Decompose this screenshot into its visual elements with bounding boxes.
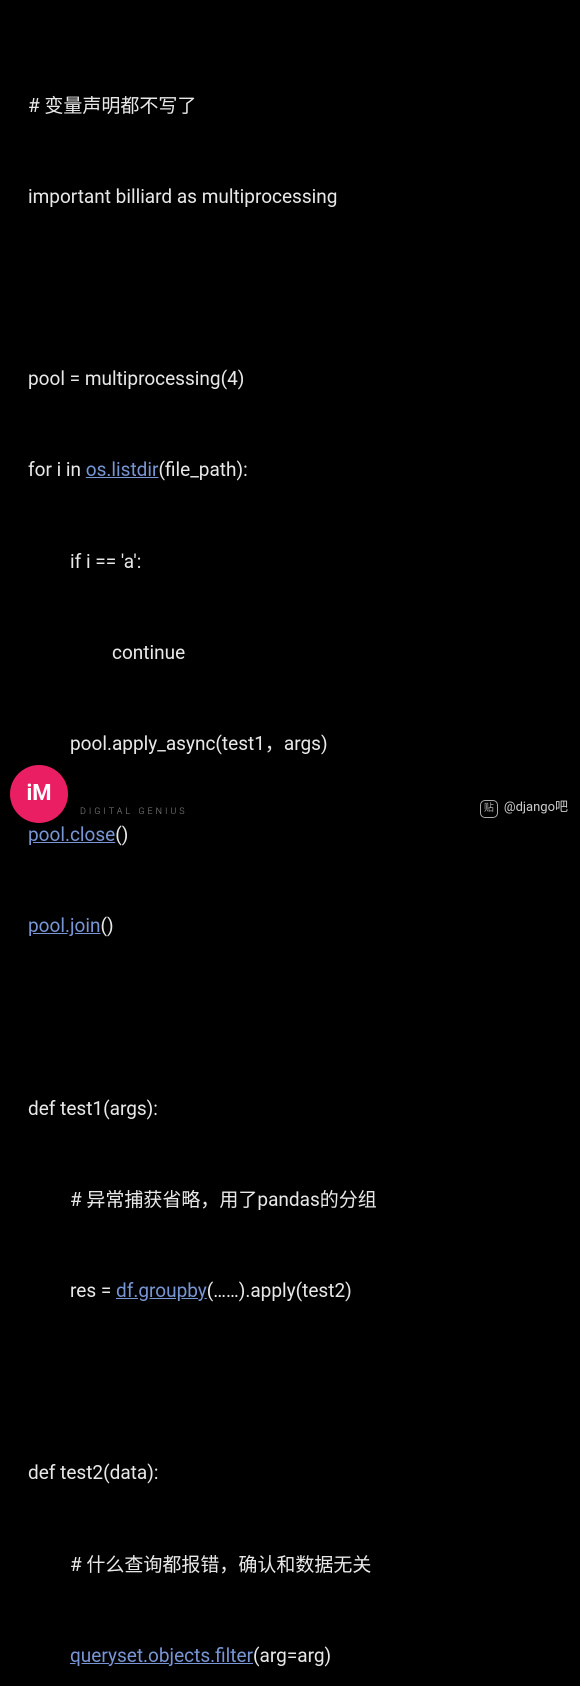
code-line: def test1(args): [28, 1094, 552, 1124]
code-line: pool.join() [28, 911, 552, 941]
corner-group: 贴 @django吧 [480, 798, 568, 819]
sticker-icon[interactable]: 贴 [480, 800, 498, 818]
link-pool-join[interactable]: pool.join [28, 914, 100, 937]
code-line: # 什么查询都报错，确认和数据无关 [28, 1550, 552, 1580]
code-line [28, 1003, 552, 1033]
avatar-text: iM [26, 776, 51, 811]
code-line [28, 1367, 552, 1397]
code-line: pool.close() [28, 820, 552, 850]
code-text: res = [70, 1279, 116, 1302]
code-line: def test2(data): [28, 1458, 552, 1488]
code-text: (……).apply(test2) [207, 1279, 352, 1302]
code-line [28, 273, 552, 303]
link-os-listdir[interactable]: os.listdir [86, 458, 159, 481]
code-block: # 变量声明都不写了 important billiard as multipr… [28, 30, 552, 1686]
code-text: for i in [28, 458, 86, 481]
code-line: if i == 'a': [28, 547, 552, 577]
code-line: pool = multiprocessing(4) [28, 364, 552, 394]
link-queryset-filter[interactable]: queryset.objects.filter [70, 1644, 253, 1667]
code-line: important billiard as multiprocessing [28, 182, 552, 212]
code-line: queryset.objects.filter(arg=arg) [28, 1641, 552, 1671]
code-line: for i in os.listdir(file_path): [28, 455, 552, 485]
code-text: () [100, 914, 113, 937]
code-text: (arg=arg) [253, 1644, 331, 1667]
avatar-badge[interactable]: iM [10, 765, 68, 823]
tagline: DIGITAL GENIUS [80, 805, 188, 819]
code-line: res = df.groupby(……).apply(test2) [28, 1276, 552, 1306]
handle-text: @django吧 [504, 798, 568, 819]
code-line: continue [28, 638, 552, 668]
link-df-groupby[interactable]: df.groupby [116, 1279, 207, 1302]
code-text: (file_path): [158, 458, 247, 481]
code-line: # 异常捕获省略，用了pandas的分组 [28, 1185, 552, 1215]
code-line: # 变量声明都不写了 [28, 91, 552, 121]
code-line: pool.apply_async(test1，args) [28, 729, 552, 759]
